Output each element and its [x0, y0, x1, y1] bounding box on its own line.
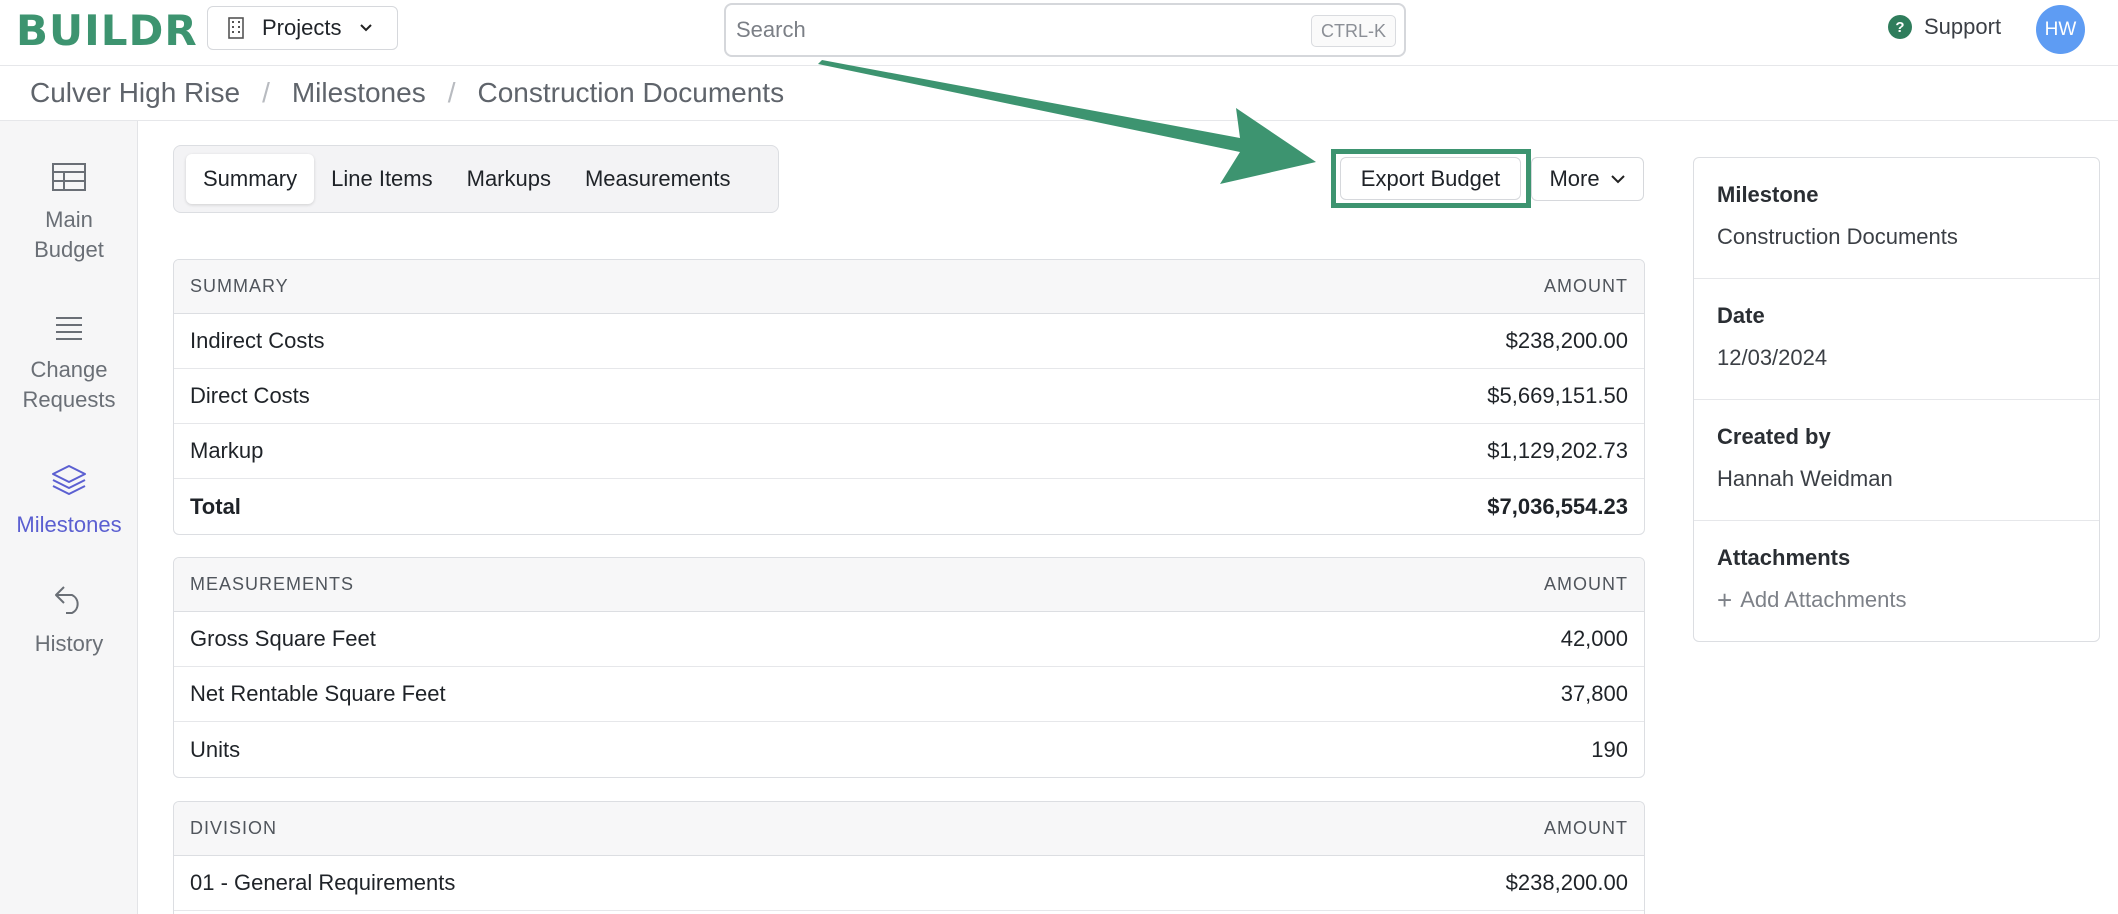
row-amount: $5,669,151.50	[1487, 383, 1628, 408]
table-header: DIVISION AMOUNT	[174, 802, 1644, 856]
column-header: MEASUREMENTS	[190, 574, 355, 594]
table-header: MEASUREMENTS AMOUNT	[174, 558, 1644, 612]
breadcrumb-project[interactable]: Culver High Rise	[30, 77, 240, 109]
breadcrumb-separator: /	[262, 77, 270, 108]
add-attachments-button[interactable]: + Add Attachments	[1717, 587, 2099, 613]
row-amount: 42,000	[1560, 626, 1628, 651]
sidebar-item-label: Requests	[22, 387, 116, 412]
tab-line-items[interactable]: Line Items	[314, 154, 450, 204]
projects-dropdown[interactable]: Projects	[207, 6, 398, 50]
tab-bar: Summary Line Items Markups Measurements	[173, 145, 779, 213]
top-bar: BUILDR Projects Search CTRL-K ? Support …	[0, 0, 2118, 66]
measurements-table: MEASUREMENTS AMOUNT Gross Square Feet 42…	[173, 557, 1645, 778]
row-amount: $7,036,554.23	[1487, 493, 1628, 519]
row-amount: $1,129,202.73	[1487, 438, 1628, 463]
milestone-value: Construction Documents	[1717, 224, 1958, 249]
table-row: Direct Costs $5,669,151.50	[174, 369, 1644, 424]
row-amount: $238,200.00	[1505, 328, 1628, 353]
row-amount: $238,200.00	[1505, 870, 1628, 895]
table-row: Net Rentable Square Feet 37,800	[174, 667, 1644, 722]
plus-icon: +	[1717, 585, 1733, 615]
breadcrumb-milestones[interactable]: Milestones	[292, 77, 426, 109]
row-label: Units	[190, 736, 241, 762]
row-label: Markup	[190, 438, 264, 463]
row-label: Gross Square Feet	[190, 626, 376, 651]
sidebar: Main Budget Change Requests Milestones H…	[0, 121, 138, 914]
division-table: DIVISION AMOUNT 01 - General Requirement…	[173, 801, 1645, 914]
row-label: 01 - General Requirements	[190, 870, 456, 895]
sidebar-item-label: History	[34, 631, 104, 656]
date-section: Date 12/03/2024	[1694, 279, 2099, 400]
details-panel: Milestone Construction Documents Date 12…	[1693, 157, 2100, 642]
logo[interactable]: BUILDR	[16, 6, 198, 55]
table-row: Markup $1,129,202.73	[174, 424, 1644, 479]
add-attachments-label: Add Attachments	[1740, 587, 1907, 612]
row-label: Indirect Costs	[190, 328, 325, 353]
table-row: Indirect Costs $238,200.00	[174, 314, 1644, 369]
column-header: DIVISION	[190, 818, 278, 838]
column-header: AMOUNT	[1544, 276, 1628, 296]
projects-label: Projects	[262, 15, 342, 40]
sidebar-item-label: Budget	[34, 237, 104, 262]
row-label: Net Rentable Square Feet	[190, 681, 446, 706]
row-amount: 190	[1591, 736, 1628, 762]
table-row: Units 190	[174, 722, 1644, 777]
date-label: Date	[1717, 303, 1765, 328]
table-icon	[52, 163, 86, 205]
export-budget-button[interactable]: Export Budget	[1340, 157, 1521, 200]
search-shortcut-badge: CTRL-K	[1310, 15, 1396, 47]
support-link[interactable]: ? Support	[1888, 14, 2001, 40]
help-icon: ?	[1888, 15, 1912, 39]
table-row: 01 - General Requirements $238,200.00	[174, 856, 1644, 911]
summary-table: SUMMARY AMOUNT Indirect Costs $238,200.0…	[173, 259, 1645, 535]
attachments-section: Attachments + Add Attachments	[1694, 521, 2099, 642]
more-label: More	[1549, 166, 1600, 191]
layers-icon	[51, 464, 87, 510]
sidebar-item-label: Milestones	[16, 512, 122, 537]
tab-measurements[interactable]: Measurements	[568, 154, 748, 204]
chevron-down-icon	[359, 23, 373, 33]
tab-markups[interactable]: Markups	[450, 154, 568, 204]
sidebar-item-history[interactable]: History	[0, 583, 138, 659]
milestone-section: Milestone Construction Documents	[1694, 158, 2099, 279]
table-row-total: Total $7,036,554.23	[174, 479, 1644, 534]
created-by-label: Created by	[1717, 424, 1831, 449]
column-header: AMOUNT	[1544, 574, 1628, 594]
table-row: Gross Square Feet 42,000	[174, 612, 1644, 667]
sidebar-item-label: Change	[30, 357, 108, 382]
search-input[interactable]: Search CTRL-K	[724, 3, 1406, 57]
chevron-down-icon	[1610, 174, 1626, 184]
created-by-section: Created by Hannah Weidman	[1694, 400, 2099, 521]
avatar[interactable]: HW	[2036, 5, 2085, 54]
sidebar-item-milestones[interactable]: Milestones	[0, 464, 138, 540]
undo-icon	[52, 583, 86, 629]
more-button[interactable]: More	[1531, 157, 1644, 201]
breadcrumb-current: Construction Documents	[477, 77, 785, 108]
date-value: 12/03/2024	[1717, 345, 1828, 370]
attachments-label: Attachments	[1717, 545, 1851, 570]
milestone-label: Milestone	[1717, 182, 1819, 207]
breadcrumb-separator: /	[447, 77, 456, 108]
table-header: SUMMARY AMOUNT	[174, 260, 1644, 314]
tab-summary[interactable]: Summary	[186, 154, 315, 204]
support-label: Support	[1924, 14, 2002, 39]
breadcrumb: Culver High Rise / Milestones / Construc…	[0, 66, 2118, 121]
row-amount: 37,800	[1560, 681, 1628, 706]
list-icon	[54, 315, 84, 355]
search-placeholder: Search	[736, 17, 806, 42]
sidebar-item-change-requests[interactable]: Change Requests	[0, 315, 138, 415]
sidebar-item-label: Main	[45, 207, 93, 232]
building-icon	[226, 17, 246, 39]
column-header: SUMMARY	[190, 276, 289, 296]
row-label: Total	[190, 493, 241, 519]
created-by-value: Hannah Weidman	[1717, 466, 1893, 491]
column-header: AMOUNT	[1544, 818, 1628, 838]
row-label: Direct Costs	[190, 383, 310, 408]
sidebar-item-main-budget[interactable]: Main Budget	[0, 163, 138, 265]
